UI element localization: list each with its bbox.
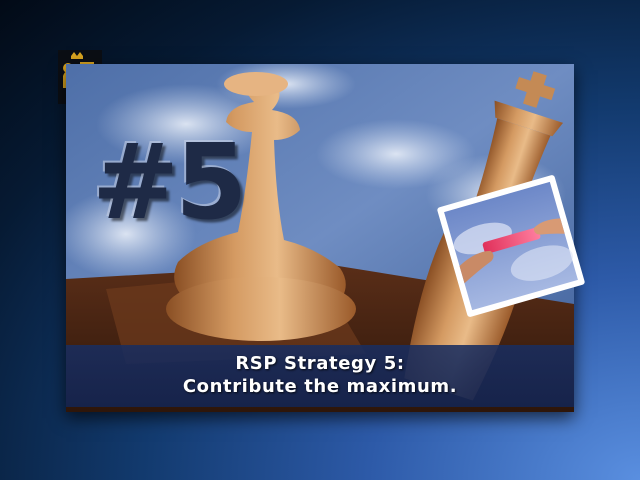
inset-photo [436, 171, 586, 321]
slide-caption: RSP Strategy 5: Contribute the maximum. [66, 352, 574, 398]
slide-number: #5 [92, 121, 248, 243]
caption-line-2: Contribute the maximum. [182, 376, 458, 397]
caption-line-1: RSP Strategy 5: [235, 353, 405, 374]
